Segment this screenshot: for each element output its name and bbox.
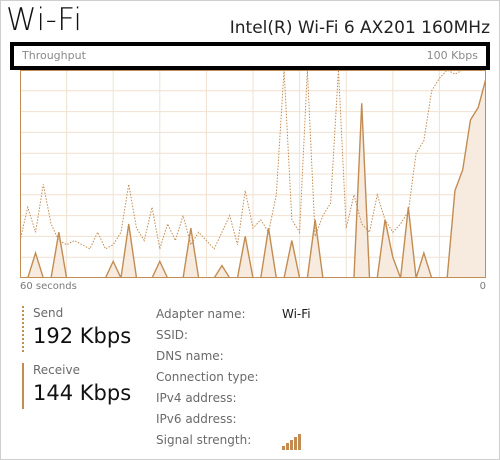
send-value: 192 Kbps: [33, 324, 132, 348]
dns-name-label: DNS name:: [156, 349, 224, 363]
ipv6-label: IPv6 address:: [156, 412, 237, 426]
adapter-name-label: Adapter name:: [156, 307, 246, 321]
signal-strength-label: Signal strength:: [156, 433, 252, 447]
ipv4-label: IPv4 address:: [156, 391, 237, 405]
ipv6-row: IPv6 address:: [156, 410, 456, 431]
graph-max-label: 100 Kbps: [426, 49, 478, 62]
ssid-label: SSID:: [156, 328, 189, 342]
adapter-name-value: Wi-Fi: [282, 307, 311, 321]
adapter-name-row: Adapter name: Wi-Fi: [156, 305, 456, 326]
time-axis-right: 0: [479, 281, 486, 292]
ssid-row: SSID:: [156, 326, 456, 347]
send-label: Send: [33, 306, 64, 320]
page-title: Wi-Fi: [6, 2, 83, 38]
graph-label: Throughput: [22, 49, 86, 62]
graph-header: Throughput 100 Kbps: [10, 42, 490, 70]
throughput-chart: [20, 70, 486, 278]
signal-bar: [298, 434, 301, 450]
receive-label: Receive: [33, 363, 80, 377]
receive-value: 144 Kbps: [33, 381, 132, 405]
signal-bar: [290, 440, 293, 450]
signal-bar: [286, 443, 289, 450]
connection-type-row: Connection type:: [156, 368, 456, 389]
throughput-chart-svg: [20, 70, 486, 278]
signal-bars-icon: [282, 434, 304, 450]
time-axis-left: 60 seconds: [20, 281, 77, 292]
adapter-model: Intel(R) Wi-Fi 6 AX201 160MHz: [229, 18, 490, 38]
signal-strength-row: Signal strength:: [156, 431, 456, 452]
receive-stat: Receive 144 Kbps: [22, 363, 131, 409]
signal-bar: [294, 437, 297, 450]
send-stat: Send 192 Kbps: [22, 306, 131, 352]
adapter-properties: Adapter name: Wi-Fi SSID: DNS name: Conn…: [156, 305, 456, 452]
dns-name-row: DNS name:: [156, 347, 456, 368]
signal-bar: [282, 446, 285, 450]
ipv4-row: IPv4 address:: [156, 389, 456, 410]
connection-type-label: Connection type:: [156, 370, 259, 384]
